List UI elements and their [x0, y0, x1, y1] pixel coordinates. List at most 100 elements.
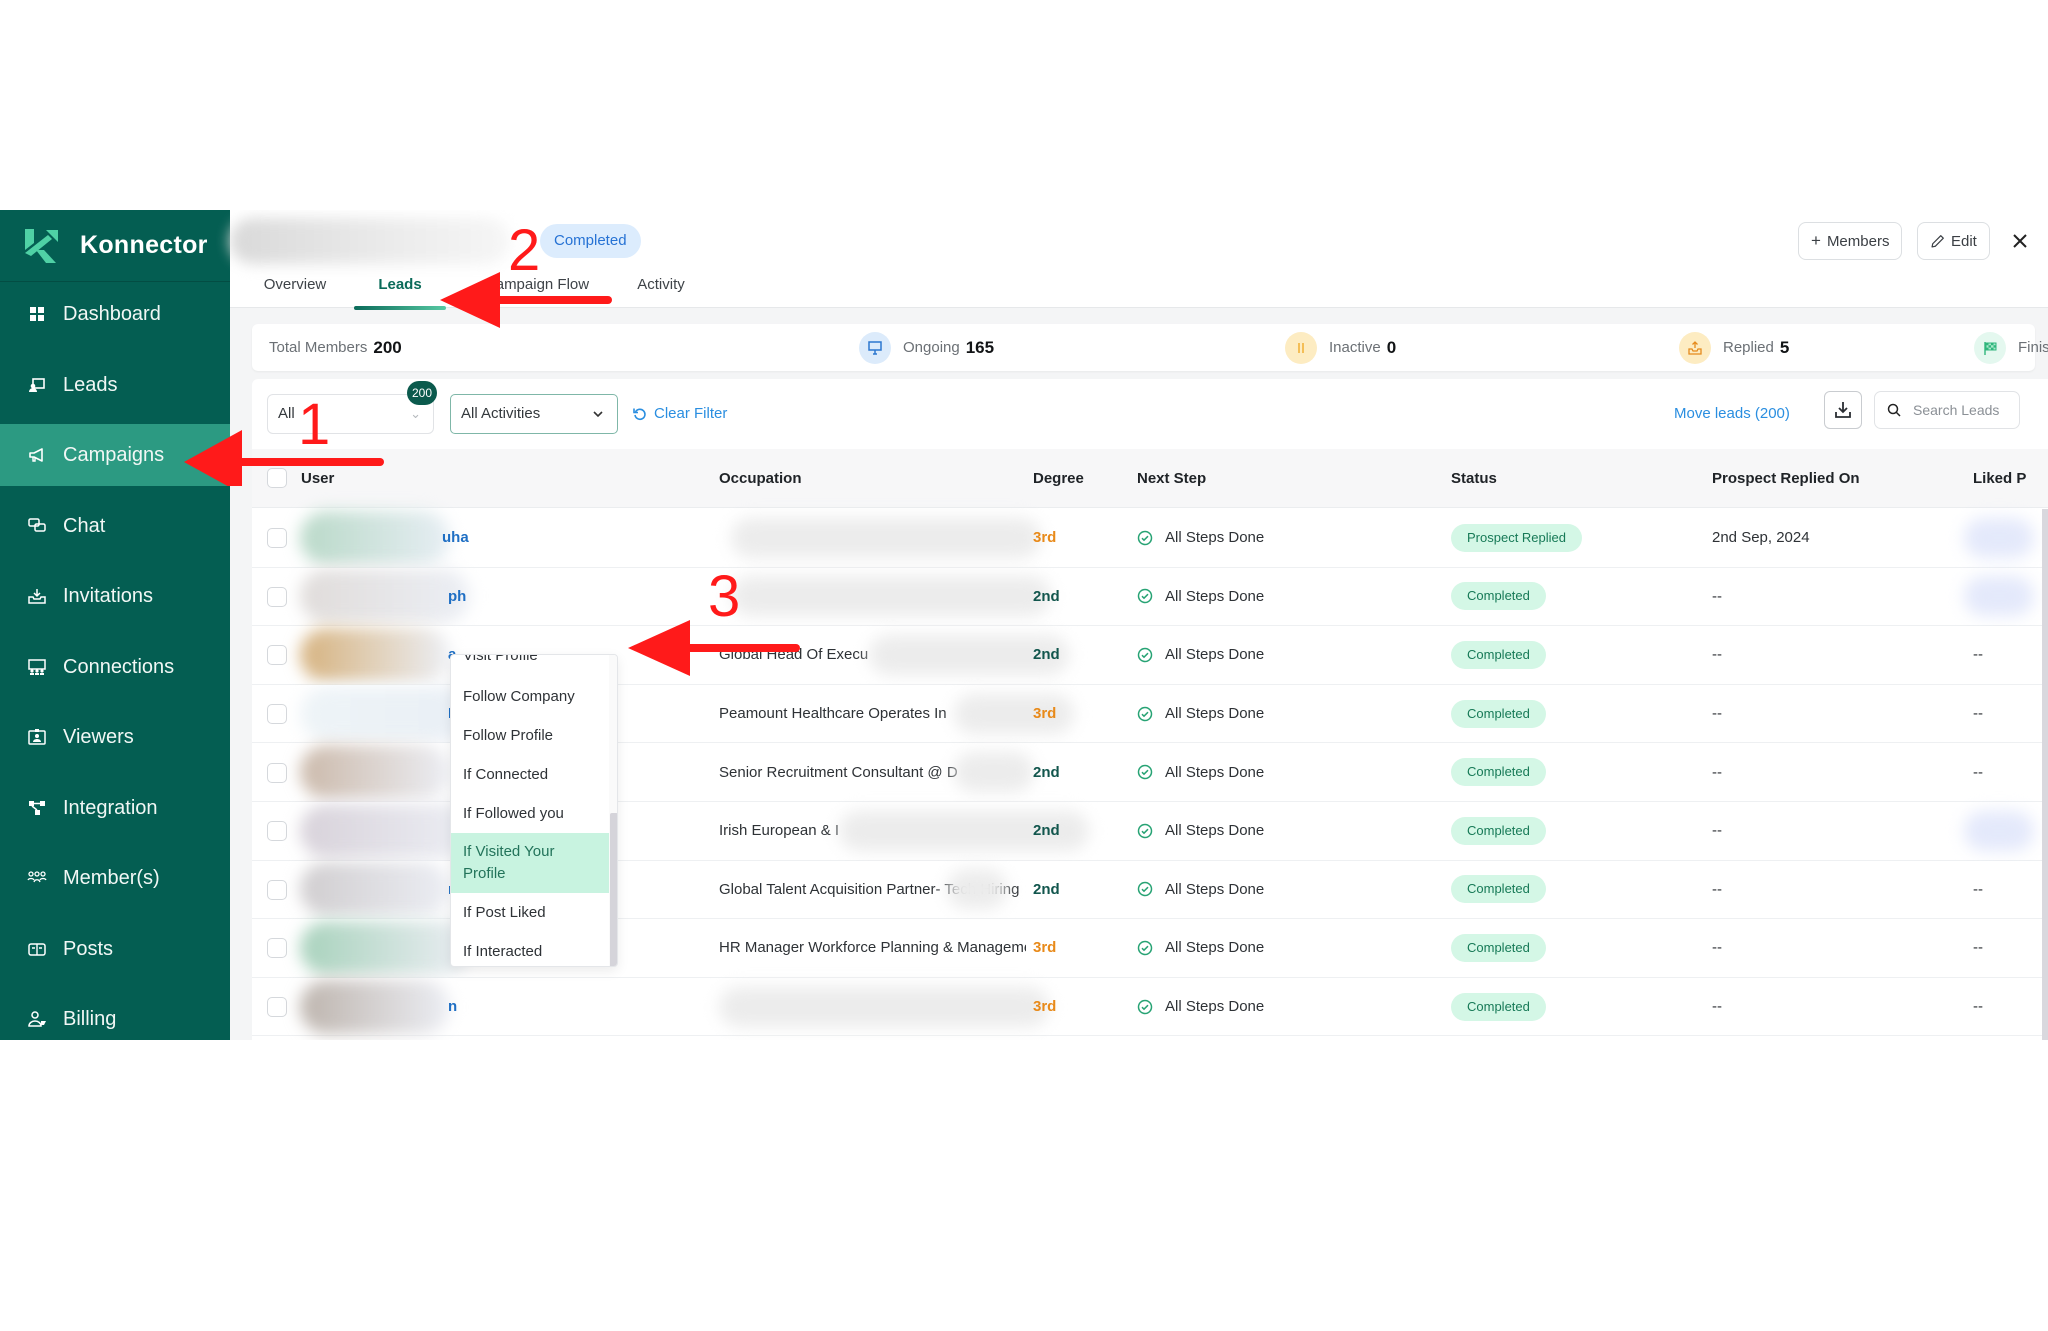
campaign-title-redacted: [230, 218, 510, 264]
dropdown-scrollbar-thumb[interactable]: [610, 813, 617, 966]
move-leads-link[interactable]: Move leads (200): [1674, 394, 1790, 434]
degree-text: 2nd: [1033, 587, 1060, 605]
members-icon: [26, 867, 48, 889]
sidebar-item-chat[interactable]: Chat: [0, 495, 230, 557]
check-circle-icon: [1137, 999, 1153, 1014]
avatar: [300, 686, 470, 741]
megaphone-icon: [26, 444, 48, 466]
tab-overview[interactable]: Overview: [260, 276, 330, 308]
inbox-upload-icon: [1679, 331, 1711, 364]
next-step-text: All Steps Done: [1165, 939, 1265, 957]
table-row[interactable]: ph 2nd All Steps Done Completed --: [252, 567, 2048, 627]
activity-option-follow-profile[interactable]: Follow Profile: [451, 716, 609, 754]
search-leads-field[interactable]: [1874, 391, 2020, 429]
tab-activity[interactable]: Activity: [626, 276, 696, 308]
liked-posts-cell: --: [1973, 978, 1983, 1036]
sidebar-item-member-s[interactable]: Member(s): [0, 847, 230, 909]
add-members-button[interactable]: + Members: [1798, 222, 1903, 260]
degree-cell: 3rd: [1033, 978, 1056, 1036]
sidebar-item-label: Chat: [63, 514, 106, 537]
status-cell: Completed: [1451, 626, 1546, 684]
row-checkbox[interactable]: [267, 821, 287, 842]
replied-on-text: --: [1712, 763, 1722, 781]
sidebar-item-integration[interactable]: Integration: [0, 777, 230, 839]
replied-on-cell: --: [1712, 919, 1722, 977]
avatar: [300, 920, 470, 975]
liked-posts-text: --: [1973, 939, 1983, 957]
redacted-text: [1964, 810, 2034, 851]
sidebar-item-posts[interactable]: Posts: [0, 918, 230, 980]
sidebar-item-connections[interactable]: Connections: [0, 636, 230, 698]
activity-option-if-visited-your-profile[interactable]: If Visited Your Profile: [451, 833, 609, 893]
col-status[interactable]: Status: [1451, 449, 1497, 508]
stat-value: 0: [1386, 337, 1397, 357]
annotation-step-3: 3: [708, 564, 741, 629]
table-row[interactable]: uha 3rd All Steps Done Prospect Replied 2nd …: [252, 509, 2048, 568]
col-degree[interactable]: Degree: [1033, 449, 1084, 508]
activity-filter-select[interactable]: All Activities: [450, 394, 618, 434]
activity-option-if-followed-you[interactable]: If Followed you: [451, 794, 609, 832]
row-checkbox[interactable]: [267, 997, 287, 1018]
check-circle-icon: [1137, 823, 1153, 839]
activity-option-if-connected[interactable]: If Connected: [451, 755, 609, 793]
replied-on-text: 2nd Sep, 2024: [1712, 529, 1810, 547]
sidebar-item-invitations[interactable]: Invitations: [0, 565, 230, 627]
replied-on-text: --: [1712, 587, 1722, 605]
download-button[interactable]: [1824, 391, 1862, 429]
col-prospect-replied-on[interactable]: Prospect Replied On: [1712, 449, 1860, 508]
search-icon: [1887, 403, 1901, 417]
table-row[interactable]: n 3rd All Steps Done Completed -- --: [252, 977, 2048, 1037]
replied-on-text: --: [1712, 822, 1722, 840]
row-checkbox[interactable]: [267, 938, 287, 959]
annotation-arrow-3: [628, 620, 800, 676]
next-step-cell: All Steps Done: [1137, 861, 1264, 919]
table-scrollbar[interactable]: [2042, 509, 2048, 1040]
sidebar-item-dashboard[interactable]: Dashboard: [0, 283, 230, 345]
app-window: Konnector Dashboard Leads Campaigns Chat Inv…: [0, 210, 2048, 1040]
sidebar-item-label: Member(s): [63, 866, 160, 889]
stat-finished: Finished 30: [1974, 324, 2048, 371]
next-step-cell: All Steps Done: [1137, 919, 1264, 977]
search-leads-input[interactable]: [1913, 402, 2013, 418]
next-step-cell: All Steps Done: [1137, 685, 1264, 743]
col-liked-posts[interactable]: Liked P: [1973, 449, 2026, 508]
sidebar-item-billing[interactable]: Billing: [0, 988, 230, 1040]
check-circle-icon: [1137, 530, 1153, 546]
check-circle-icon: [1137, 882, 1153, 897]
chevron-down-icon: [593, 411, 603, 418]
col-occupation[interactable]: Occupation: [719, 449, 802, 508]
next-step-text: All Steps Done: [1165, 998, 1265, 1016]
status-cell: Completed: [1451, 568, 1546, 626]
edit-button[interactable]: Edit: [1917, 222, 1990, 260]
row-checkbox[interactable]: [267, 586, 287, 607]
status-badge: Completed: [1451, 699, 1546, 728]
activity-option-if-post-liked[interactable]: If Post Liked: [451, 893, 609, 931]
row-checkbox[interactable]: [267, 645, 287, 666]
activity-option-follow-company[interactable]: Follow Company: [451, 677, 609, 715]
check-circle-icon: [1137, 589, 1153, 604]
row-checkbox[interactable]: [267, 528, 287, 549]
sidebar-item-leads[interactable]: Leads: [0, 354, 230, 416]
activity-option-if-interacted[interactable]: If Interacted: [451, 932, 609, 966]
brand[interactable]: Konnector: [0, 210, 230, 282]
clear-filter-button[interactable]: Clear Filter: [632, 394, 727, 434]
edit-label: Edit: [1951, 232, 1977, 250]
row-checkbox[interactable]: [267, 762, 287, 783]
sidebar-item-viewers[interactable]: Viewers: [0, 706, 230, 768]
row-checkbox[interactable]: [267, 704, 287, 725]
row-checkbox[interactable]: [267, 879, 287, 900]
filter-bar: All ⌄ 200 All Activities Clear Filter Mo…: [252, 379, 2048, 449]
user-name-link[interactable]: n: [448, 978, 457, 1036]
add-members-label: Members: [1826, 232, 1890, 250]
col-next-step[interactable]: Next Step: [1137, 449, 1206, 508]
close-button[interactable]: [2005, 226, 2035, 256]
check-circle-icon: [1137, 706, 1153, 721]
chat-icon: [26, 515, 48, 537]
user-name-link[interactable]: ph: [448, 568, 466, 626]
stat-label: Inactive: [1329, 339, 1381, 356]
tab-leads[interactable]: Leads: [354, 276, 446, 310]
campaign-stats-bar: Total Members 200 Ongoing 165 Inactive 0: [252, 324, 2048, 371]
user-name-link[interactable]: uha: [442, 509, 469, 567]
status-badge: Prospect Replied: [1451, 523, 1582, 552]
activity-option-visit-profile[interactable]: Visit Profile: [451, 655, 609, 673]
